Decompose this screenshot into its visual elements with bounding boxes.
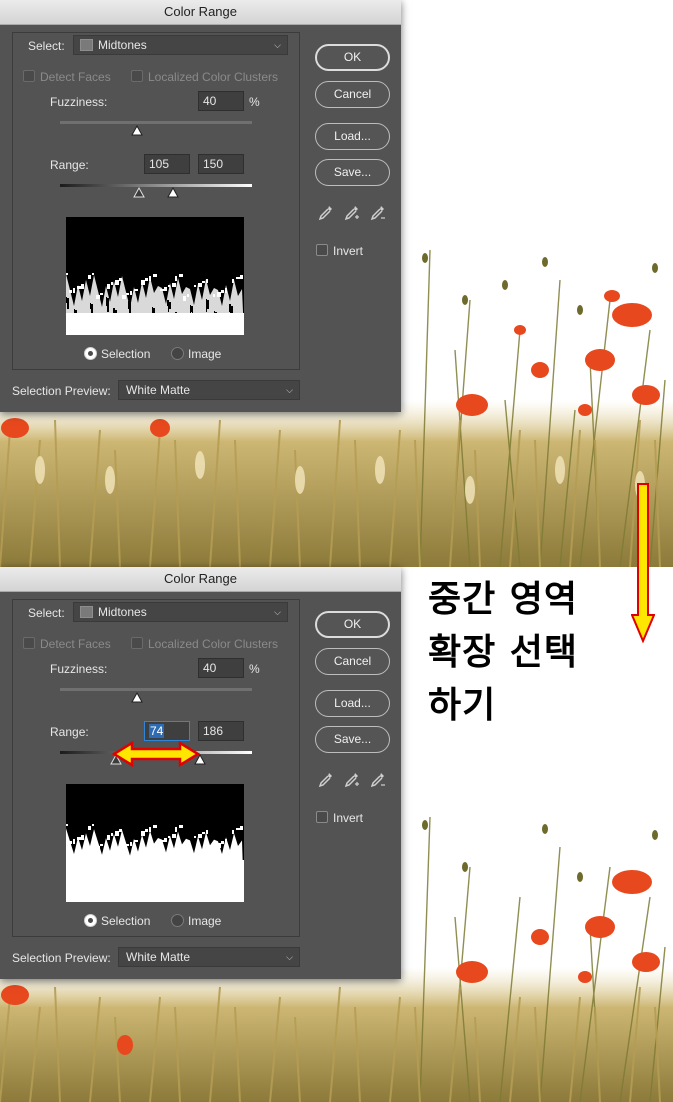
detect-faces-checkbox[interactable]	[23, 70, 35, 82]
selection-radio[interactable]	[84, 347, 97, 360]
range-slider-track[interactable]	[60, 184, 252, 187]
localized-clusters-checkbox[interactable]	[131, 637, 143, 649]
fuzziness-slider-thumb[interactable]	[131, 125, 143, 137]
range-low-input[interactable]: 74	[144, 721, 190, 741]
dialog-title: Color Range	[0, 567, 401, 592]
cancel-button[interactable]: Cancel	[315, 81, 390, 108]
range-high-slider-thumb[interactable]	[167, 187, 179, 199]
selection-preview-label: Selection Preview:	[12, 951, 111, 965]
select-label: Select:	[28, 39, 65, 53]
select-value: Midtones	[98, 38, 147, 52]
ok-button[interactable]: OK	[315, 611, 390, 638]
color-swatch	[80, 606, 93, 618]
image-radio-label: Image	[188, 914, 222, 928]
eyedropper-minus-icon[interactable]	[370, 204, 386, 222]
range-label: Range:	[50, 158, 89, 172]
range-high-input[interactable]: 150	[198, 154, 244, 174]
selection-preview-thumbnail	[66, 217, 244, 335]
localized-clusters-label: Localized Color Clusters	[148, 70, 279, 84]
selection-radio-label: Selection	[101, 914, 151, 928]
invert-label: Invert	[333, 811, 364, 825]
chevron-down-icon: ⌵	[286, 385, 293, 395]
fuzziness-unit: %	[249, 95, 260, 109]
detect-faces-label: Detect Faces	[40, 70, 111, 84]
selection-radio[interactable]	[84, 914, 97, 927]
options-panel: Select: Midtones ⌵ Detect Faces Localize…	[12, 32, 300, 370]
chevron-down-icon: ⌵	[274, 40, 281, 50]
select-dropdown[interactable]: Midtones ⌵	[73, 602, 288, 622]
color-range-dialog: Color Range Select: Midtones ⌵ Detect Fa…	[0, 567, 401, 979]
chevron-down-icon: ⌵	[286, 952, 293, 962]
selection-preview-thumbnail	[66, 784, 244, 902]
range-low-slider-thumb[interactable]	[133, 187, 145, 199]
fuzziness-unit: %	[249, 662, 260, 676]
load-button[interactable]: Load...	[315, 690, 390, 717]
invert-label: Invert	[333, 244, 364, 258]
color-swatch	[80, 39, 93, 51]
image-radio[interactable]	[171, 347, 184, 360]
localized-clusters-checkbox[interactable]	[131, 70, 143, 82]
fuzziness-label: Fuzziness:	[50, 662, 108, 676]
double-arrow-annotation	[112, 741, 200, 767]
save-button[interactable]: Save...	[315, 159, 390, 186]
eyedropper-icon[interactable]	[318, 204, 334, 222]
selection-preview-label: Selection Preview:	[12, 384, 111, 398]
down-arrow-annotation	[631, 483, 655, 643]
eyedropper-plus-icon[interactable]	[344, 771, 360, 789]
image-radio[interactable]	[171, 914, 184, 927]
cancel-button[interactable]: Cancel	[315, 648, 390, 675]
selection-preview-value: White Matte	[126, 950, 191, 964]
detect-faces-label: Detect Faces	[40, 637, 111, 651]
selection-mask-image	[66, 273, 244, 335]
image-radio-label: Image	[188, 347, 222, 361]
eyedropper-minus-icon[interactable]	[370, 771, 386, 789]
select-label: Select:	[28, 606, 65, 620]
range-high-input[interactable]: 186	[198, 721, 244, 741]
options-panel: Select: Midtones ⌵ Detect Faces Localize…	[12, 599, 300, 937]
fuzziness-slider-track[interactable]	[60, 121, 252, 124]
eyedropper-plus-icon[interactable]	[344, 204, 360, 222]
fuzziness-slider-track[interactable]	[60, 688, 252, 691]
selection-radio-label: Selection	[101, 347, 151, 361]
select-value: Midtones	[98, 605, 147, 619]
localized-clusters-label: Localized Color Clusters	[148, 637, 279, 651]
load-button[interactable]: Load...	[315, 123, 390, 150]
range-low-input[interactable]: 105	[144, 154, 190, 174]
invert-checkbox[interactable]	[316, 244, 328, 256]
dialog-title: Color Range	[0, 0, 401, 25]
fuzziness-input[interactable]: 40	[198, 91, 244, 111]
selection-preview-value: White Matte	[126, 383, 191, 397]
fuzziness-slider-thumb[interactable]	[131, 692, 143, 704]
selection-preview-dropdown[interactable]: White Matte ⌵	[118, 380, 300, 400]
invert-checkbox[interactable]	[316, 811, 328, 823]
caption-line: 하기	[428, 685, 497, 726]
ok-button[interactable]: OK	[315, 44, 390, 71]
selection-mask-image	[66, 824, 244, 902]
select-dropdown[interactable]: Midtones ⌵	[73, 35, 288, 55]
eyedropper-icon[interactable]	[318, 771, 334, 789]
save-button[interactable]: Save...	[315, 726, 390, 753]
fuzziness-input[interactable]: 40	[198, 658, 244, 678]
selection-preview-dropdown[interactable]: White Matte ⌵	[118, 947, 300, 967]
chevron-down-icon: ⌵	[274, 607, 281, 617]
fuzziness-label: Fuzziness:	[50, 95, 108, 109]
color-range-dialog: Color Range Select: Midtones ⌵ Detect Fa…	[0, 0, 401, 412]
range-label: Range:	[50, 725, 89, 739]
detect-faces-checkbox[interactable]	[23, 637, 35, 649]
